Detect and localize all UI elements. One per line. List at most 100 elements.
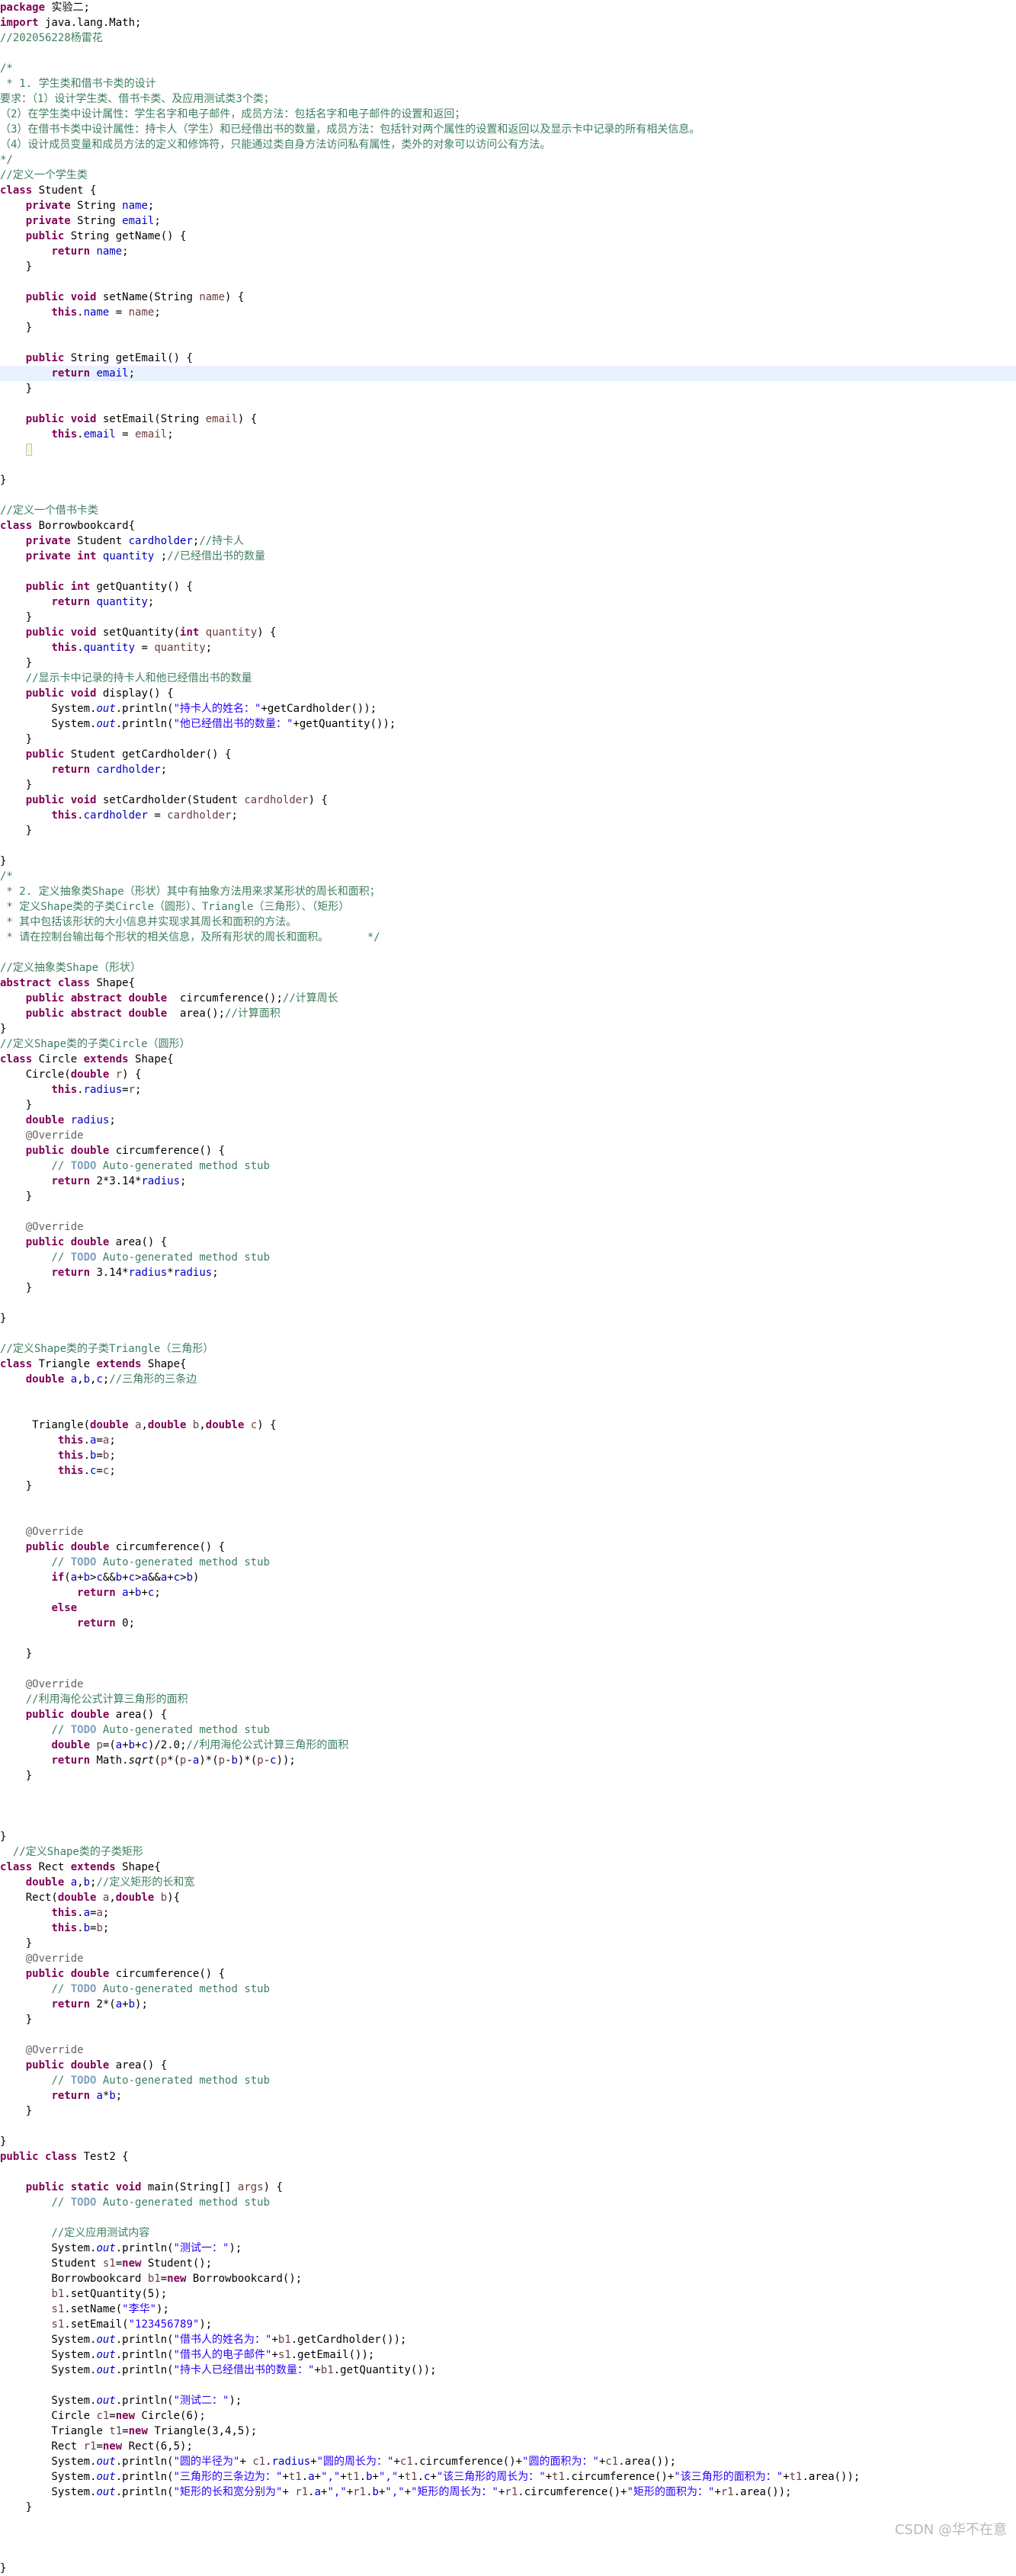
code-line[interactable]: public double circumference() { [0, 1143, 1016, 1158]
code-line[interactable]: this.cardholder = cardholder; [0, 808, 1016, 823]
code-line[interactable]: public double area() { [0, 2058, 1016, 2073]
code-line[interactable] [0, 2515, 1016, 2530]
code-line[interactable]: if(a+b>c&&b+c>a&&a+c>b) [0, 1570, 1016, 1585]
code-line[interactable]: （2）在学生类中设计属性：学生名字和电子邮件，成员方法：包括名字和电子邮件的设置… [0, 107, 1016, 122]
code-line[interactable]: } [0, 1280, 1016, 1296]
code-line[interactable]: public String getEmail() { [0, 351, 1016, 366]
code-line[interactable]: // TODO Auto-generated method stub [0, 1158, 1016, 1174]
code-line[interactable]: this.b=b; [0, 1921, 1016, 1936]
code-line[interactable]: //定义一个借书卡类 [0, 503, 1016, 518]
code-line[interactable]: /* [0, 869, 1016, 884]
code-line[interactable]: Rect r1=new Rect(6,5); [0, 2439, 1016, 2454]
code-line[interactable]: public void setCardholder(Student cardho… [0, 793, 1016, 808]
code-line[interactable]: // TODO Auto-generated method stub [0, 2195, 1016, 2210]
code-line[interactable]: class Borrowbookcard{ [0, 518, 1016, 533]
code-line[interactable]: } [0, 259, 1016, 274]
code-line[interactable]: return 0; [0, 1616, 1016, 1631]
code-line[interactable] [0, 1631, 1016, 1646]
code-line[interactable]: public void setName(String name) { [0, 290, 1016, 305]
code-line[interactable]: } [0, 2012, 1016, 2027]
code-line[interactable]: return a*b; [0, 2088, 1016, 2103]
code-line[interactable]: Borrowbookcard b1=new Borrowbookcard(); [0, 2271, 1016, 2286]
code-line[interactable]: @Override [0, 1524, 1016, 1540]
code-line[interactable]: public int getQuantity() { [0, 579, 1016, 594]
code-line[interactable]: return quantity; [0, 594, 1016, 610]
code-line[interactable]: this.name = name; [0, 305, 1016, 320]
code-line[interactable]: } [0, 1021, 1016, 1036]
code-line[interactable]: //显示卡中记录的持卡人和他已经借出书的数量 [0, 671, 1016, 686]
code-line[interactable]: System.out.println("圆的半径为"+ c1.radius+"圆… [0, 2454, 1016, 2469]
code-line[interactable]: * 定义Shape类的子类Circle（圆形）、Triangle（三角形）、（矩… [0, 899, 1016, 915]
code-line[interactable]: public double circumference() { [0, 1540, 1016, 1555]
code-line[interactable]: abstract class Shape{ [0, 976, 1016, 991]
code-line[interactable]: System.out.println("他已经借出书的数量："+getQuant… [0, 716, 1016, 732]
code-line[interactable]: System.out.println("持卡人的姓名："+getCardhold… [0, 701, 1016, 716]
code-line[interactable]: } [0, 1097, 1016, 1113]
code-line[interactable]: System.out.println("三角形的三条边为："+t1.a+","+… [0, 2469, 1016, 2485]
code-line[interactable]: double a,b,c;//三角形的三条边 [0, 1372, 1016, 1387]
code-line[interactable]: //定义Shape类的子类Circle（圆形） [0, 1036, 1016, 1052]
code-line[interactable] [0, 442, 1016, 457]
code-line[interactable] [0, 2378, 1016, 2393]
code-line[interactable]: System.out.println("测试一："); [0, 2241, 1016, 2256]
code-line[interactable]: Circle(double r) { [0, 1067, 1016, 1082]
code-line[interactable]: * 1. 学生类和借书卡类的设计 [0, 76, 1016, 91]
code-line[interactable]: // TODO Auto-generated method stub [0, 1982, 1016, 1997]
code-line[interactable]: this.quantity = quantity; [0, 640, 1016, 655]
code-line[interactable]: return 2*3.14*radius; [0, 1174, 1016, 1189]
code-line[interactable]: this.c=c; [0, 1463, 1016, 1479]
code-line[interactable]: } [0, 1189, 1016, 1204]
code-line[interactable]: //利用海伦公式计算三角形的面积 [0, 1692, 1016, 1707]
code-line[interactable]: else [0, 1600, 1016, 1616]
code-line[interactable] [0, 945, 1016, 960]
code-line[interactable]: } [0, 655, 1016, 671]
code-line[interactable]: } [0, 610, 1016, 625]
code-line[interactable] [0, 2210, 1016, 2225]
code-line[interactable]: System.out.println("借书人的电子邮件"+s1.getEmai… [0, 2347, 1016, 2363]
code-line[interactable]: class Circle extends Shape{ [0, 1052, 1016, 1067]
code-line[interactable]: return cardholder; [0, 762, 1016, 777]
code-line[interactable]: （4）设计成员变量和成员方法的定义和修饰符，只能通过类自身方法访问私有属性，类外… [0, 137, 1016, 152]
code-line[interactable]: class Student { [0, 183, 1016, 198]
code-line[interactable]: } [0, 1936, 1016, 1951]
code-line[interactable] [0, 2164, 1016, 2180]
code-line[interactable]: public Student getCardholder() { [0, 747, 1016, 762]
code-lines[interactable]: package 实验二; import java.lang.Math;//2020… [0, 0, 1016, 2576]
code-line[interactable]: return Math.sqrt(p*(p-a)*(p-b)*(p-c)); [0, 1753, 1016, 1768]
code-line[interactable] [0, 1783, 1016, 1799]
code-line[interactable] [0, 2546, 1016, 2561]
code-line[interactable]: private String email; [0, 213, 1016, 229]
code-line[interactable]: public void display() { [0, 686, 1016, 701]
code-line[interactable]: Triangle(double a,double b,double c) { [0, 1418, 1016, 1433]
code-line[interactable] [0, 1799, 1016, 1814]
code-line[interactable]: } [0, 1768, 1016, 1783]
code-line[interactable]: * 2. 定义抽象类Shape（形状）其中有抽象方法用来求某形状的周长和面积； [0, 884, 1016, 899]
code-line[interactable]: } [0, 1829, 1016, 1844]
code-line[interactable] [0, 46, 1016, 61]
code-line[interactable]: public class Test2 { [0, 2149, 1016, 2164]
code-line[interactable]: // TODO Auto-generated method stub [0, 1250, 1016, 1265]
code-line[interactable]: // TODO Auto-generated method stub [0, 1555, 1016, 1570]
code-line[interactable]: System.out.println("借书人的姓名为："+b1.getCard… [0, 2332, 1016, 2347]
code-line[interactable]: //202056228杨雷花 [0, 30, 1016, 46]
code-line[interactable]: public abstract double circumference();/… [0, 991, 1016, 1006]
code-line[interactable] [0, 1402, 1016, 1418]
code-line[interactable] [0, 396, 1016, 412]
code-line[interactable]: public double circumference() { [0, 1966, 1016, 1982]
code-line[interactable]: return name; [0, 244, 1016, 259]
code-line[interactable]: } [0, 1479, 1016, 1494]
code-line[interactable]: } [0, 2103, 1016, 2119]
code-line[interactable] [0, 274, 1016, 290]
code-line[interactable]: private Student cardholder;//持卡人 [0, 533, 1016, 549]
code-line[interactable]: //定义应用测试内容 [0, 2225, 1016, 2241]
code-line[interactable]: public double area() { [0, 1235, 1016, 1250]
code-line[interactable]: return 3.14*radius*radius; [0, 1265, 1016, 1280]
code-line[interactable]: } [0, 854, 1016, 869]
code-line[interactable] [0, 2119, 1016, 2134]
code-line[interactable] [0, 457, 1016, 473]
code-line[interactable]: System.out.println("测试二："); [0, 2393, 1016, 2408]
code-line[interactable]: Circle c1=new Circle(6); [0, 2408, 1016, 2424]
code-line[interactable]: return email; [0, 366, 1016, 381]
code-line[interactable]: class Rect extends Shape{ [0, 1860, 1016, 1875]
code-line[interactable] [0, 1814, 1016, 1829]
